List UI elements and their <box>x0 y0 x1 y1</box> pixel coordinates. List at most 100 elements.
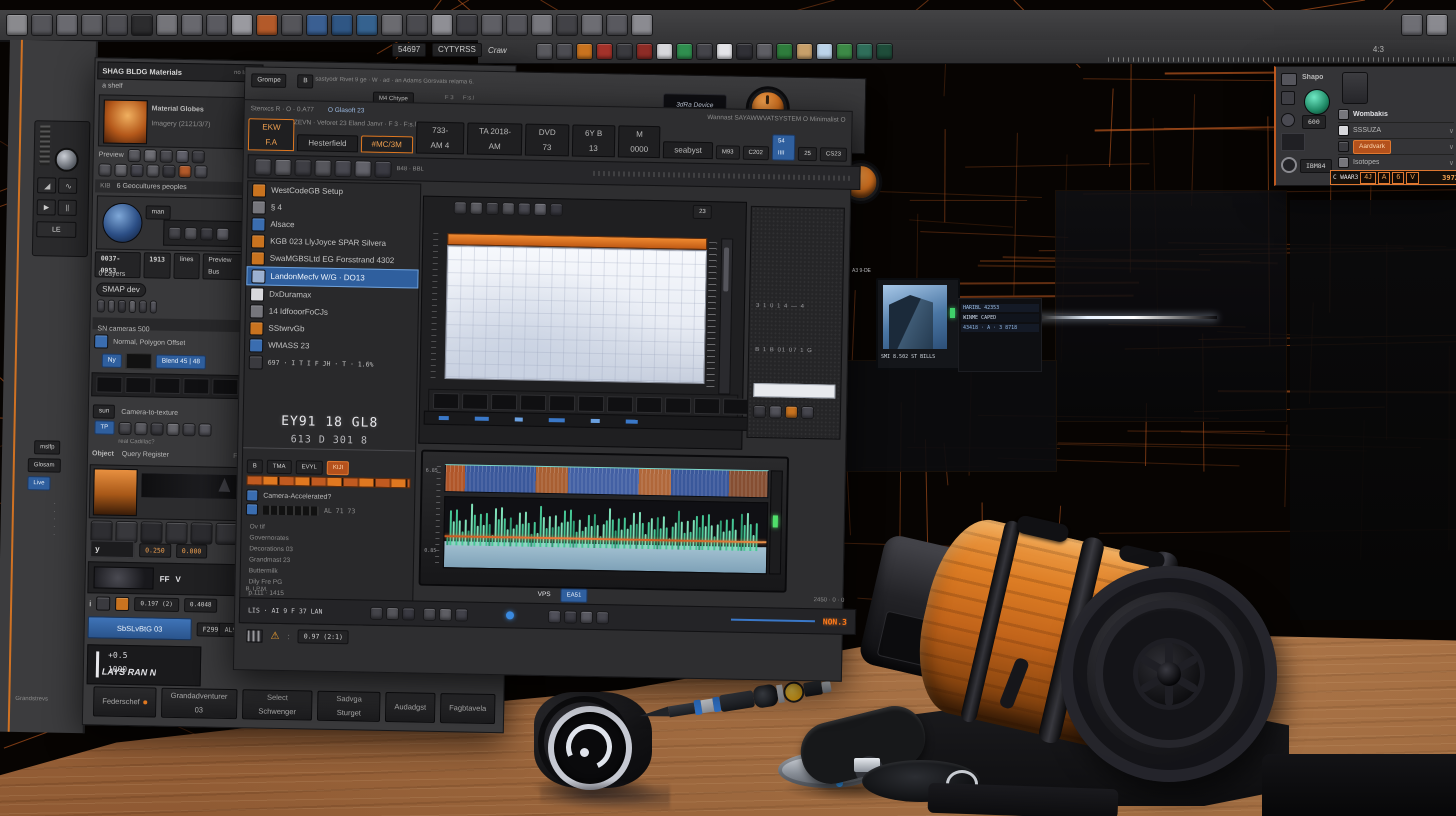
chevron-up-icon[interactable] <box>254 158 271 175</box>
layers-icon[interactable] <box>481 14 503 36</box>
check-row-1[interactable]: Camera-Accelerated? <box>246 489 331 503</box>
target-icon[interactable] <box>192 150 205 163</box>
sphere-thumbnail[interactable] <box>102 202 143 243</box>
check-row-2[interactable]: AL 71 73 <box>246 503 356 517</box>
chevron-up-icon[interactable] <box>454 201 467 214</box>
fx-orange-icon[interactable] <box>785 406 798 419</box>
pencil-icon[interactable] <box>176 150 189 163</box>
smap-dev-button[interactable]: SMAP dev <box>96 282 146 297</box>
gear-icon[interactable] <box>596 611 609 624</box>
tab-seabyst[interactable]: seabyst <box>663 141 713 159</box>
material-block[interactable]: Material Globes Imagery (2121/3/7) <box>98 94 253 149</box>
grid-icon[interactable] <box>506 14 528 36</box>
play-b-icon[interactable] <box>402 607 415 620</box>
globe-icon[interactable] <box>281 14 303 36</box>
flatten-icon[interactable] <box>801 406 814 419</box>
stamp-icon[interactable] <box>381 14 403 36</box>
ff-label[interactable]: FF <box>160 574 170 583</box>
mirror-icon[interactable] <box>114 164 127 177</box>
menu-left[interactable]: Stenxcs R · O · 0.A77 <box>251 105 314 113</box>
brush-icon[interactable] <box>160 150 173 163</box>
new-doc-icon[interactable] <box>56 14 78 36</box>
menu-right[interactable]: Wannast SAYAWWVATSYSTEM O Minimalist O <box>707 114 846 124</box>
rp-footer-segment[interactable]: 4J <box>1360 172 1375 184</box>
photo-icon[interactable] <box>631 14 653 36</box>
brush-blue-icon[interactable] <box>356 14 378 36</box>
blend-icon[interactable] <box>753 405 766 418</box>
orange-row-button[interactable]: KIJI <box>327 461 350 475</box>
spectrogram-strip[interactable] <box>444 464 768 498</box>
anchor-icon[interactable] <box>314 159 331 176</box>
warning-icon[interactable]: ⚠ <box>270 630 279 641</box>
y-field[interactable]: y <box>90 540 134 558</box>
align-r-icon[interactable] <box>140 521 162 543</box>
refresh-icon[interactable] <box>168 226 181 239</box>
tab-6yb13[interactable]: 6Y B 13 <box>571 124 615 157</box>
rp-clock-icon[interactable] <box>1281 157 1297 173</box>
orange-row-button[interactable]: TMA <box>267 460 292 474</box>
normal-item[interactable]: Normal, Polygon Offset <box>94 333 246 352</box>
bottom-tab-2[interactable]: Grandadventurer 03 <box>161 688 238 719</box>
grompe-menu[interactable]: Grompe <box>251 73 287 88</box>
send-icon[interactable] <box>231 14 253 36</box>
orange-row-button[interactable]: EVYL <box>295 460 323 475</box>
layout-1-icon[interactable] <box>156 14 178 36</box>
eraser-icon[interactable] <box>406 14 428 36</box>
snap-icon[interactable] <box>548 610 561 623</box>
rp-cam-icon[interactable] <box>1281 73 1297 86</box>
blend-chip[interactable]: Blend 45 | 48 <box>156 355 206 370</box>
dock-pause-button[interactable]: || <box>58 200 77 216</box>
frame-tool-icon[interactable] <box>198 423 211 436</box>
zoom-h-icon[interactable] <box>564 610 577 623</box>
canvas-scroll-thumb[interactable] <box>723 247 729 291</box>
swatch-icon[interactable] <box>531 14 553 36</box>
dock-speaker-button[interactable]: ◢ <box>37 177 56 193</box>
pattern-orange-icon[interactable] <box>256 14 278 36</box>
mini-search-input[interactable] <box>753 383 835 399</box>
lasso-icon[interactable] <box>107 300 115 313</box>
minimize-icon[interactable] <box>1401 14 1423 36</box>
window-icon[interactable] <box>1426 14 1448 36</box>
tab-hesterfield[interactable]: Hesterfield <box>297 134 358 152</box>
open-folder-icon[interactable] <box>81 14 103 36</box>
panel-a-icon[interactable] <box>274 158 291 175</box>
menu-mid[interactable]: O Glasoft 23 <box>328 107 365 115</box>
ny-chip[interactable]: Ny <box>102 353 122 367</box>
material-thumbnail[interactable] <box>103 99 148 144</box>
dist-1-icon[interactable] <box>165 522 187 544</box>
tab-mc3m[interactable]: #MC/3M <box>360 135 413 153</box>
rp-thumb[interactable] <box>1281 133 1305 151</box>
link-icon[interactable] <box>580 610 593 623</box>
grid-b-icon[interactable] <box>534 203 547 216</box>
rp-footer-segment[interactable]: A <box>1378 172 1391 184</box>
wrap-icon[interactable] <box>98 163 111 176</box>
drop-orange-icon[interactable] <box>178 165 191 178</box>
pen-2-icon[interactable] <box>146 164 159 177</box>
swatch-a-icon[interactable] <box>128 149 141 162</box>
folder-orange-icon[interactable] <box>115 597 129 611</box>
rp-footer-segment[interactable]: V <box>1406 172 1419 184</box>
layout-3-icon[interactable] <box>206 14 228 36</box>
tab-m0000[interactable]: M 0000 <box>618 125 661 158</box>
checkbox-icon[interactable] <box>246 503 258 515</box>
pin-icon[interactable] <box>334 159 351 176</box>
marquee-icon[interactable] <box>97 299 105 312</box>
crop-icon[interactable] <box>128 300 136 313</box>
tab-ta2018[interactable]: TA 2018-AM <box>467 122 523 155</box>
dock-le-button[interactable]: LE <box>36 221 76 238</box>
curve-icon[interactable] <box>96 596 110 610</box>
rp-list-item-selected[interactable]: Aardvark ∨ <box>1338 139 1454 155</box>
dock-chip-1[interactable]: mslfp <box>34 440 61 455</box>
tree-item[interactable]: 697 · I T I F JH · T · 1.6% <box>245 353 417 373</box>
tab-dvd73[interactable]: DVD 73 <box>525 124 569 157</box>
lasso-icon[interactable] <box>134 422 147 435</box>
value-a[interactable]: 0.250 <box>139 543 171 558</box>
transport-blue-dot[interactable] <box>506 611 514 619</box>
noise-blue-2-icon[interactable] <box>331 14 353 36</box>
rp-square-icon[interactable] <box>1281 91 1295 105</box>
dock-wave-button[interactable]: ∿ <box>58 178 77 194</box>
rp-list-item[interactable]: SSSUZA ∨ <box>1338 123 1454 139</box>
prev-icon[interactable] <box>386 606 399 619</box>
bottom-tab-3[interactable]: Select Schwenger <box>242 689 313 720</box>
canvas-white-area[interactable] <box>445 245 708 384</box>
